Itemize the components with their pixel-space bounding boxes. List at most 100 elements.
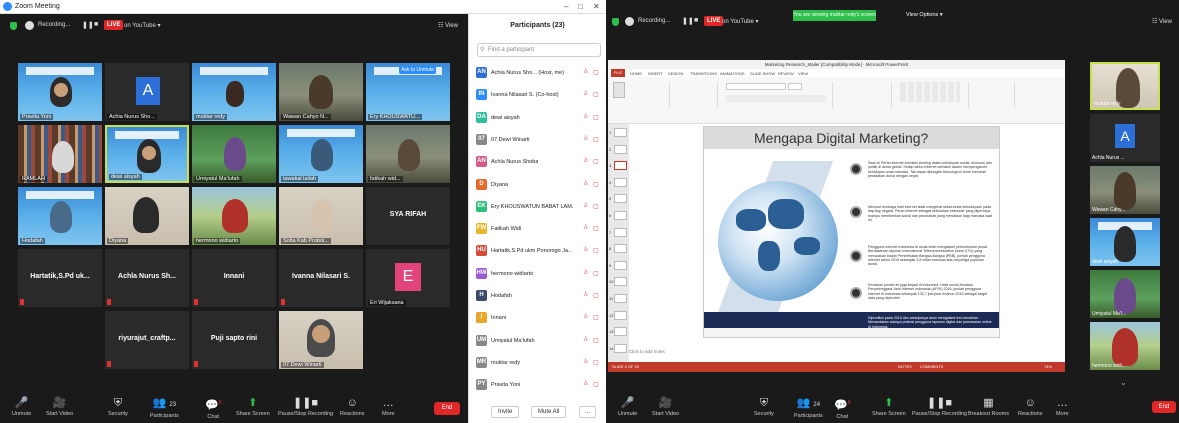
slide-thumbnail[interactable] [614,177,627,187]
video-tile[interactable]: A Achla Nurus ... [1090,114,1160,162]
video-tile[interactable]: Puji sapto rini [192,311,276,369]
pause-stop-recording-button[interactable]: ❚❚■ Pause/Stop Recording [912,397,967,417]
end-meeting-button[interactable]: End [434,402,460,415]
breakout-rooms-button[interactable]: ▦ Breakout Rooms [968,397,1009,417]
slide-thumbnail[interactable] [614,161,627,171]
participants-button[interactable]: 👥 24 Participants [794,397,823,419]
slide-thumbnail[interactable] [614,260,627,270]
scroll-down-icon[interactable]: ⌄ [1120,378,1127,387]
start-video-button[interactable]: 🎥 Start Video [46,397,73,417]
participant-row[interactable]: UM Umiyatul Ma'lufah̸♪ ▢ [469,329,607,353]
unmute-button[interactable]: 🎤 Unmute [12,397,31,417]
font-format-buttons[interactable] [726,95,826,102]
video-tile[interactable]: E Eri Wijaksana [366,249,450,307]
ppt-tab-review[interactable]: REVIEW [778,71,794,76]
youtube-stream-label[interactable]: on YouTube ▾ [722,18,759,25]
slide-thumbnail[interactable] [614,343,627,353]
video-tile[interactable]: Diyana [105,187,189,245]
participant-row[interactable]: HU Hartatik,S.Pd ukm Ponorogo Ja...̸♪ ▢ [469,239,607,263]
participant-row[interactable]: HW hermono widiarto̸♪ ▢ [469,262,607,286]
participant-row[interactable]: D Diyana̸♪ ▢ [469,173,607,197]
slide-thumbnail[interactable] [614,327,627,337]
participant-row[interactable]: EK Ery KHOUSWATUN BABAT LAM...̸♪ ▢ [469,195,607,219]
slide-thumbnail[interactable] [614,144,627,154]
participant-search-input[interactable]: ⚲ Find a participant [477,43,601,57]
more-button[interactable]: … More [1056,397,1069,417]
notes-button[interactable]: NOTES [898,364,912,369]
video-tile[interactable]: dewi aisyah [1090,218,1160,266]
ppt-tab-home[interactable]: HOME [630,71,642,76]
ppt-tab-file[interactable]: FILE [611,69,625,77]
live-badge[interactable]: LIVE [704,16,724,26]
video-tile[interactable]: 07.Dewi Winarti [279,311,363,369]
notes-placeholder[interactable]: Click to add notes [629,349,665,354]
slide-thumbnail[interactable] [614,244,627,254]
view-button[interactable]: ☷ View [438,22,458,29]
pause-recording-icon[interactable]: ❚❚ [682,17,694,25]
pause-recording-icon[interactable]: ❚❚ [82,21,94,29]
slide-thumbnail[interactable] [614,277,627,287]
pause-stop-recording-button[interactable]: ❚❚■ Pause/Stop Recording [278,397,333,417]
more-options-button[interactable]: ... [579,406,597,418]
youtube-stream-label[interactable]: on YouTube ▾ [124,22,161,29]
paste-icon[interactable] [613,82,625,98]
participant-row[interactable]: AN Achia Nurus Sho... (Host, me)̸♪ ▢ [469,61,607,85]
view-options-button[interactable]: View Options ▾ [906,12,943,18]
video-tile[interactable]: Hodafah [18,187,102,245]
participant-row[interactable]: FW Fatikah Widi̸♪ ▢ [469,217,607,241]
video-tile[interactable]: Umiyatul Ma'lufah [192,125,276,183]
video-tile[interactable]: Achla Nurus Sh... [105,249,189,307]
video-tile[interactable]: hermono widi... [1090,322,1160,370]
reactions-button[interactable]: ☺ Reactions [1018,397,1042,417]
participant-row[interactable]: I Innani̸♪ ▢ [469,306,607,330]
participant-row[interactable]: IN Ivanna Nilasari S. (Co-host)̸♪ ▢ [469,83,607,107]
stop-recording-icon[interactable]: ■ [94,21,98,28]
ppt-tab-slideshow[interactable]: SLIDE SHOW [750,71,775,76]
invite-button[interactable]: Invite [491,406,520,418]
video-tile[interactable]: hermono widiarto [192,187,276,245]
share-screen-button[interactable]: ⬆ Share Screen [872,397,906,417]
shapes-gallery[interactable] [900,82,960,102]
video-tile[interactable]: tawakal lailah [279,125,363,183]
share-screen-button[interactable]: ⬆ Share Screen [236,397,270,417]
participant-row[interactable]: PY Pravita Yoni̸♪ ▢ [469,373,607,397]
end-meeting-button[interactable]: End [1152,401,1176,413]
video-tile[interactable]: Wawan Cahyo N... [279,63,363,121]
comments-button[interactable]: COMMENTS [920,364,943,369]
start-video-button[interactable]: 🎥 Start Video [652,397,679,417]
video-tile[interactable]: Umiyatul Ma'l... [1090,270,1160,318]
participant-row[interactable]: MR muktar redy̸♪ ▢ [469,351,607,375]
slide-thumbnail[interactable] [614,128,627,137]
ppt-tab-transitions[interactable]: TRANSITIONS [690,71,717,76]
video-tile-active-speaker[interactable]: muktar redy [1090,62,1160,110]
slide-thumbnail[interactable] [614,194,627,204]
video-tile[interactable]: Hartatik,S.Pd uk... [18,249,102,307]
video-tile[interactable]: riyurajut_craftp... [105,311,189,369]
ppt-tab-view[interactable]: VIEW [798,71,808,76]
video-tile[interactable]: Innani [192,249,276,307]
encryption-shield-icon[interactable] [10,22,17,30]
video-tile[interactable]: Ivanna Nilasari S. [279,249,363,307]
participant-row[interactable]: 07 07.Dewi Winarti̸♪ ▢ [469,128,607,152]
chat-button[interactable]: 💬9 Chat [834,397,850,420]
slide-thumbnail[interactable] [614,310,627,320]
video-tile[interactable]: fatikah wid... [366,125,450,183]
video-tile[interactable]: Ask to Unmute Ery KHOUSWATU... [366,63,450,121]
ask-to-unmute-button[interactable]: Ask to Unmute [399,66,436,74]
unmute-button[interactable]: 🎤 Unmute [618,397,637,417]
security-button[interactable]: ⛨ Security [754,397,774,417]
view-button[interactable]: ☷ View [1152,18,1172,25]
zoom-level[interactable]: 74% [1044,364,1052,369]
participant-row[interactable]: DA dewi aisyah̸♪ ▢ [469,106,607,130]
ppt-tab-animations[interactable]: ANIMATIONS [720,71,745,76]
chat-button[interactable]: 💬6 Chat [205,397,221,420]
video-tile[interactable]: Wawan Cahy... [1090,166,1160,214]
slide-thumbnail[interactable] [614,294,627,303]
video-tile[interactable]: SYA RIFAH [366,187,450,245]
reactions-button[interactable]: ☺ Reactions [340,397,364,417]
font-size-select[interactable] [788,83,802,90]
ppt-tab-design[interactable]: DESIGN [668,71,683,76]
video-tile[interactable]: A Achia Nurus Sho... [105,63,189,121]
participant-row[interactable]: AN Achla Nurus Shoba̸♪ ▢ [469,150,607,174]
more-button[interactable]: … More [382,397,395,417]
